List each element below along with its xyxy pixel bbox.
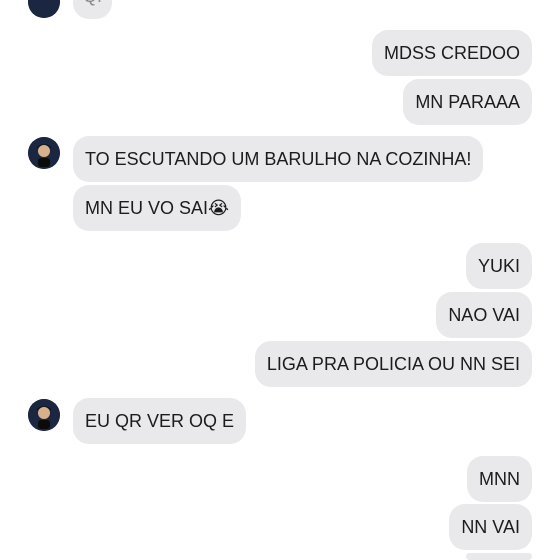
message-incoming[interactable]: Q! (73, 0, 113, 19)
message-outgoing[interactable]: YUKI (465, 243, 532, 289)
message-incoming[interactable]: TO ESCUTANDO UM BARULHO NA COZINHA! (73, 136, 484, 182)
message-incoming[interactable]: MN EU VO SAI😭 (73, 185, 242, 231)
contact-avatar-icon[interactable] (28, 0, 60, 18)
message-text: MDSS CREDOO (383, 43, 520, 63)
message-text: MN EU VO SAI😭 (85, 198, 230, 218)
contact-avatar-icon[interactable] (28, 399, 60, 431)
message-outgoing[interactable] (466, 553, 532, 560)
message-outgoing[interactable]: MN PARAAA (403, 79, 532, 125)
message-text: MN PARAAA (415, 92, 520, 112)
message-outgoing[interactable]: MNN (467, 456, 532, 502)
message-outgoing[interactable]: LIGA PRA POLICIA OU NN SEI (254, 341, 532, 387)
message-text: LIGA PRA POLICIA OU NN SEI (266, 354, 520, 374)
message-outgoing[interactable]: NAO VAI (436, 292, 532, 338)
message-incoming[interactable]: EU QR VER OQ E (73, 398, 247, 444)
message-text: TO ESCUTANDO UM BARULHO NA COZINHA! (85, 149, 472, 169)
message-text: EU QR VER OQ E (85, 411, 235, 431)
contact-avatar-icon[interactable] (28, 137, 60, 169)
message-outgoing[interactable]: MDSS CREDOO (371, 30, 532, 76)
message-text: NN VAI (461, 517, 520, 537)
message-outgoing[interactable]: NN VAI (449, 504, 532, 550)
message-text: Q! (83, 0, 102, 6)
message-text: YUKI (477, 256, 520, 276)
message-text: MNN (479, 469, 520, 489)
message-text: NAO VAI (448, 305, 520, 325)
